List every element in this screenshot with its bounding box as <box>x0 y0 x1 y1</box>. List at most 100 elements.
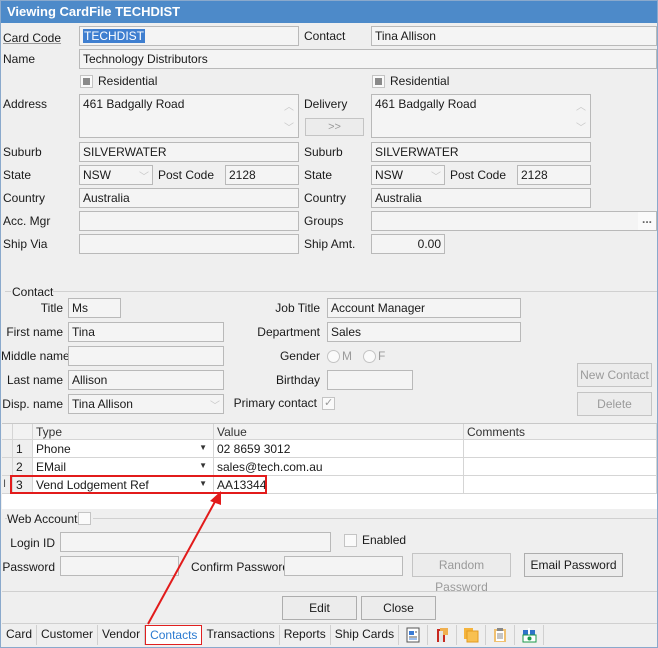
delivery-country-input[interactable]: Australia <box>371 188 591 208</box>
tab-clipboard[interactable] <box>486 625 516 645</box>
birthday-label: Birthday <box>275 373 320 387</box>
value-cell[interactable]: sales@tech.com.au <box>214 458 464 476</box>
group-border <box>93 518 657 519</box>
gender-f-label: F <box>378 349 386 363</box>
grid-rownum-header <box>13 424 33 440</box>
groups-input[interactable]: ... <box>371 211 657 231</box>
tab-book[interactable] <box>428 625 458 645</box>
tab-vendor[interactable]: Vendor <box>98 625 146 645</box>
gender-m-label: M <box>342 349 352 363</box>
delivery-state-label: State <box>304 168 333 182</box>
country-label: Country <box>3 191 46 205</box>
column-header-comments[interactable]: Comments <box>464 424 657 440</box>
residential-label: Residential <box>98 74 158 88</box>
login-id-input[interactable] <box>60 532 331 552</box>
tab-ship-cards[interactable]: Ship Cards <box>331 625 400 645</box>
scroll-up-icon[interactable]: ︿ <box>576 98 586 113</box>
web-account-checkbox[interactable] <box>78 512 91 525</box>
state-select[interactable]: NSW ﹀ <box>79 165 153 185</box>
type-cell[interactable]: EMail ▼ <box>33 458 214 476</box>
delivery-post-code-input[interactable]: 2128 <box>517 165 591 185</box>
ship-amt-label: Ship Amt. <box>304 237 356 251</box>
suburb-label: Suburb <box>3 145 42 159</box>
scroll-up-icon[interactable]: ︿ <box>284 98 294 113</box>
ellipsis-button[interactable]: ... <box>638 212 656 230</box>
password-input[interactable] <box>60 556 179 576</box>
grid-corner <box>2 424 13 440</box>
middle-name-input[interactable] <box>68 346 224 366</box>
tab-copy-pages[interactable] <box>457 625 487 645</box>
first-name-label: First name <box>6 325 63 339</box>
column-header-value[interactable]: Value <box>214 424 464 440</box>
row-number: 1 <box>13 440 33 458</box>
contact-details-grid: Type Value Comments 1 Phone ▼ 02 8659 301… <box>2 423 657 509</box>
tab-bar: Card Customer Vendor Contacts Transactio… <box>2 625 545 647</box>
post-code-input[interactable]: 2128 <box>225 165 299 185</box>
state-value: NSW <box>83 168 111 182</box>
type-cell[interactable]: Phone ▼ <box>33 440 214 458</box>
copy-address-button[interactable]: >> <box>305 118 364 136</box>
chevron-down-icon[interactable]: ﹀ <box>210 397 220 412</box>
birthday-input[interactable] <box>327 370 413 390</box>
delivery-label: Delivery <box>304 97 348 111</box>
tab-reports[interactable]: Reports <box>280 625 331 645</box>
comments-cell[interactable] <box>464 440 657 458</box>
ship-amt-input[interactable]: 0.00 <box>371 234 445 254</box>
clipboard-icon <box>494 628 507 642</box>
department-input[interactable]: Sales <box>327 322 521 342</box>
name-input[interactable]: Technology Distributors <box>79 49 657 69</box>
residential-checkbox[interactable] <box>80 75 93 88</box>
tab-gift-money[interactable] <box>515 625 545 645</box>
column-header-type[interactable]: Type <box>33 424 214 440</box>
tab-customer[interactable]: Customer <box>37 625 99 645</box>
gender-f-radio[interactable] <box>363 350 376 363</box>
disp-name-select[interactable]: Tina Allison ﹀ <box>68 394 224 414</box>
tab-document[interactable] <box>399 625 429 645</box>
web-account-label: Web Account <box>7 512 78 526</box>
chevron-down-icon[interactable]: ﹀ <box>431 168 441 183</box>
gender-m-radio[interactable] <box>327 350 340 363</box>
suburb-input[interactable]: SILVERWATER <box>79 142 299 162</box>
job-title-label: Job Title <box>275 301 320 315</box>
acc-mgr-input[interactable] <box>79 211 299 231</box>
tab-card[interactable]: Card <box>2 625 38 645</box>
chevron-down-icon[interactable]: ﹀ <box>139 168 149 183</box>
comments-cell[interactable] <box>464 476 657 494</box>
dropdown-arrow-icon[interactable]: ▼ <box>199 443 207 452</box>
country-input[interactable]: Australia <box>79 188 299 208</box>
contact-input[interactable]: Tina Allison <box>371 26 657 46</box>
edit-button[interactable]: Edit <box>282 596 357 620</box>
card-code-input[interactable]: TECHDIST <box>79 26 299 46</box>
confirm-password-input[interactable] <box>284 556 403 576</box>
comments-cell[interactable] <box>464 458 657 476</box>
delivery-residential-checkbox[interactable] <box>372 75 385 88</box>
tab-transactions[interactable]: Transactions <box>202 625 280 645</box>
title-input[interactable]: Ms <box>68 298 121 318</box>
delivery-input[interactable]: 461 Badgally Road ︿ ﹀ <box>371 94 591 138</box>
dropdown-arrow-icon[interactable]: ▼ <box>199 461 207 470</box>
disp-name-value: Tina Allison <box>72 397 133 411</box>
new-contact-button[interactable]: New Contact <box>577 363 652 387</box>
close-button[interactable]: Close <box>361 596 436 620</box>
enabled-checkbox[interactable] <box>344 534 357 547</box>
random-password-button[interactable]: Random Password <box>412 553 511 594</box>
copy-pages-icon <box>464 628 479 643</box>
primary-contact-checkbox[interactable]: ✓ <box>322 397 335 410</box>
book-icon <box>437 628 449 642</box>
email-password-button[interactable]: Email Password <box>524 553 623 577</box>
value-cell[interactable]: 02 8659 3012 <box>214 440 464 458</box>
last-name-input[interactable]: Allison <box>68 370 224 390</box>
job-title-input[interactable]: Account Manager <box>327 298 521 318</box>
scroll-down-icon[interactable]: ﹀ <box>284 119 294 134</box>
delivery-state-select[interactable]: NSW ﹀ <box>371 165 445 185</box>
first-name-input[interactable]: Tina <box>68 322 224 342</box>
delete-button[interactable]: Delete <box>577 392 652 416</box>
tab-contacts[interactable]: Contacts <box>145 625 203 645</box>
ship-via-input[interactable] <box>79 234 299 254</box>
type-value: Phone <box>36 442 71 456</box>
scroll-down-icon[interactable]: ﹀ <box>576 119 586 134</box>
confirm-password-label: Confirm Password <box>191 560 290 574</box>
document-icon <box>406 627 420 643</box>
delivery-suburb-input[interactable]: SILVERWATER <box>371 142 591 162</box>
address-input[interactable]: 461 Badgally Road ︿ ﹀ <box>79 94 299 138</box>
